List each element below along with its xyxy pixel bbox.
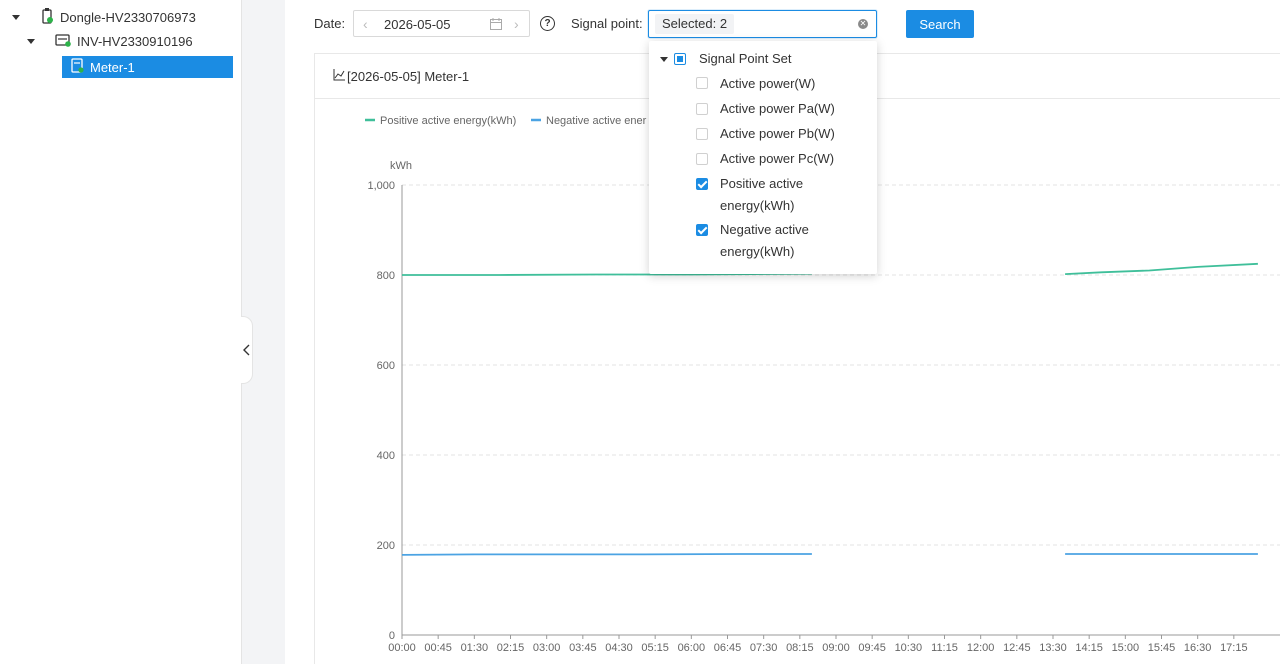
option-active-power-pa[interactable]: Active power Pa(W) xyxy=(720,98,835,120)
tree-item-inverter[interactable]: INV-HV2330910196 xyxy=(27,30,193,52)
x-tick-label: 03:00 xyxy=(533,642,561,654)
option-negative-active-energy[interactable]: Negative active energy(kWh) xyxy=(720,219,809,263)
x-tick-label: 01:30 xyxy=(461,642,489,654)
y-tick-label: 600 xyxy=(377,360,395,372)
legend-label: Negative active ener xyxy=(546,115,647,127)
date-value: 2026-05-05 xyxy=(384,17,451,32)
search-button[interactable]: Search xyxy=(906,10,974,38)
clear-icon[interactable]: ✕ xyxy=(858,19,868,29)
checkbox-negative-active-energy[interactable] xyxy=(696,224,708,236)
chevron-left-icon xyxy=(243,344,250,356)
option-active-power[interactable]: Active power(W) xyxy=(720,73,815,95)
checkbox-active-power-pa[interactable] xyxy=(696,103,708,115)
selected-count-tag: Selected: 2 xyxy=(655,14,735,34)
x-tick-label: 00:45 xyxy=(424,642,452,654)
x-tick-label: 09:00 xyxy=(822,642,850,654)
x-tick-label: 10:30 xyxy=(895,642,923,654)
signal-point-label: Signal point: xyxy=(571,16,643,31)
x-tick-label: 14:15 xyxy=(1075,642,1103,654)
calendar-icon[interactable] xyxy=(490,18,502,33)
y-tick-label: 0 xyxy=(389,630,395,642)
option-label-line: energy(kWh) xyxy=(720,244,795,259)
x-tick-label: 06:45 xyxy=(714,642,742,654)
series-line xyxy=(401,553,812,556)
chart-title: [2026-05-05] Meter-1 xyxy=(347,69,470,84)
legend-label: Positive active energy(kWh) xyxy=(380,115,516,127)
x-tick-label: 03:45 xyxy=(569,642,597,654)
x-tick-label: 02:15 xyxy=(497,642,525,654)
y-axis-label: kWh xyxy=(390,160,412,172)
x-tick-label: 11:15 xyxy=(931,642,958,654)
x-tick-label: 07:30 xyxy=(750,642,778,654)
x-tick-label: 13:30 xyxy=(1039,642,1067,654)
date-picker[interactable]: ‹ 2026-05-05 › xyxy=(353,10,530,37)
x-tick-label: 17:15 xyxy=(1220,642,1248,654)
x-tick-label: 09:45 xyxy=(858,642,886,654)
option-label-line: energy(kWh) xyxy=(720,198,795,213)
x-tick-label: 08:15 xyxy=(786,642,814,654)
checkbox-active-power-pc[interactable] xyxy=(696,153,708,165)
tree-item-label: Meter-1 xyxy=(90,59,135,75)
option-active-power-pb[interactable]: Active power Pb(W) xyxy=(720,123,835,145)
x-tick-label: 00:00 xyxy=(388,642,416,654)
tree-item-meter-1[interactable]: Meter-1 xyxy=(62,56,233,78)
date-label: Date: xyxy=(314,16,346,31)
x-tick-label: 15:00 xyxy=(1112,642,1140,654)
tree-item-label: INV-HV2330910196 xyxy=(77,33,193,49)
dongle-icon xyxy=(40,7,54,27)
x-tick-label: 16:30 xyxy=(1184,642,1212,654)
caret-down-icon[interactable] xyxy=(27,38,35,44)
help-icon[interactable]: ? xyxy=(540,16,555,31)
chevron-right-icon[interactable]: › xyxy=(514,16,519,32)
tree-item-dongle[interactable]: Dongle-HV2330706973 xyxy=(12,6,196,28)
x-tick-label: 05:15 xyxy=(641,642,669,654)
option-active-power-pc[interactable]: Active power Pc(W) xyxy=(720,148,834,170)
y-tick-label: 400 xyxy=(377,450,395,462)
x-tick-label: 15:45 xyxy=(1148,642,1176,654)
checkbox-positive-active-energy[interactable] xyxy=(696,178,708,190)
y-tick-label: 200 xyxy=(377,540,395,552)
option-label-line: Negative active xyxy=(720,222,809,237)
x-tick-label: 12:45 xyxy=(1003,642,1031,654)
checkbox-active-power[interactable] xyxy=(696,77,708,89)
inverter-icon xyxy=(55,33,71,50)
y-tick-label: 1,000 xyxy=(367,180,395,192)
caret-down-icon[interactable] xyxy=(660,57,668,62)
x-tick-label: 04:30 xyxy=(605,642,633,654)
tree-item-label: Dongle-HV2330706973 xyxy=(60,9,196,25)
y-tick-label: 800 xyxy=(377,270,395,282)
collapse-sidebar-button[interactable] xyxy=(241,316,253,384)
x-tick-label: 12:00 xyxy=(967,642,995,654)
checkbox-active-power-pb[interactable] xyxy=(696,128,708,140)
signal-point-select[interactable]: Selected: 2 ✕ xyxy=(648,10,877,38)
root-checkbox[interactable] xyxy=(674,53,686,65)
signal-point-dropdown: Signal Point Set Active power(W) Active … xyxy=(649,41,877,274)
signal-point-set-label: Signal Point Set xyxy=(699,51,792,66)
option-label-line: Positive active xyxy=(720,176,804,191)
chevron-left-icon[interactable]: ‹ xyxy=(363,16,368,32)
device-tree-sidebar: Dongle-HV2330706973 INV-HV2330910196 Met… xyxy=(0,0,242,664)
line-chart-icon xyxy=(333,69,345,84)
meter-icon xyxy=(71,58,84,76)
series-line xyxy=(1065,262,1258,275)
x-tick-label: 06:00 xyxy=(678,642,706,654)
caret-down-icon[interactable] xyxy=(12,14,20,20)
option-positive-active-energy[interactable]: Positive active energy(kWh) xyxy=(720,173,803,217)
